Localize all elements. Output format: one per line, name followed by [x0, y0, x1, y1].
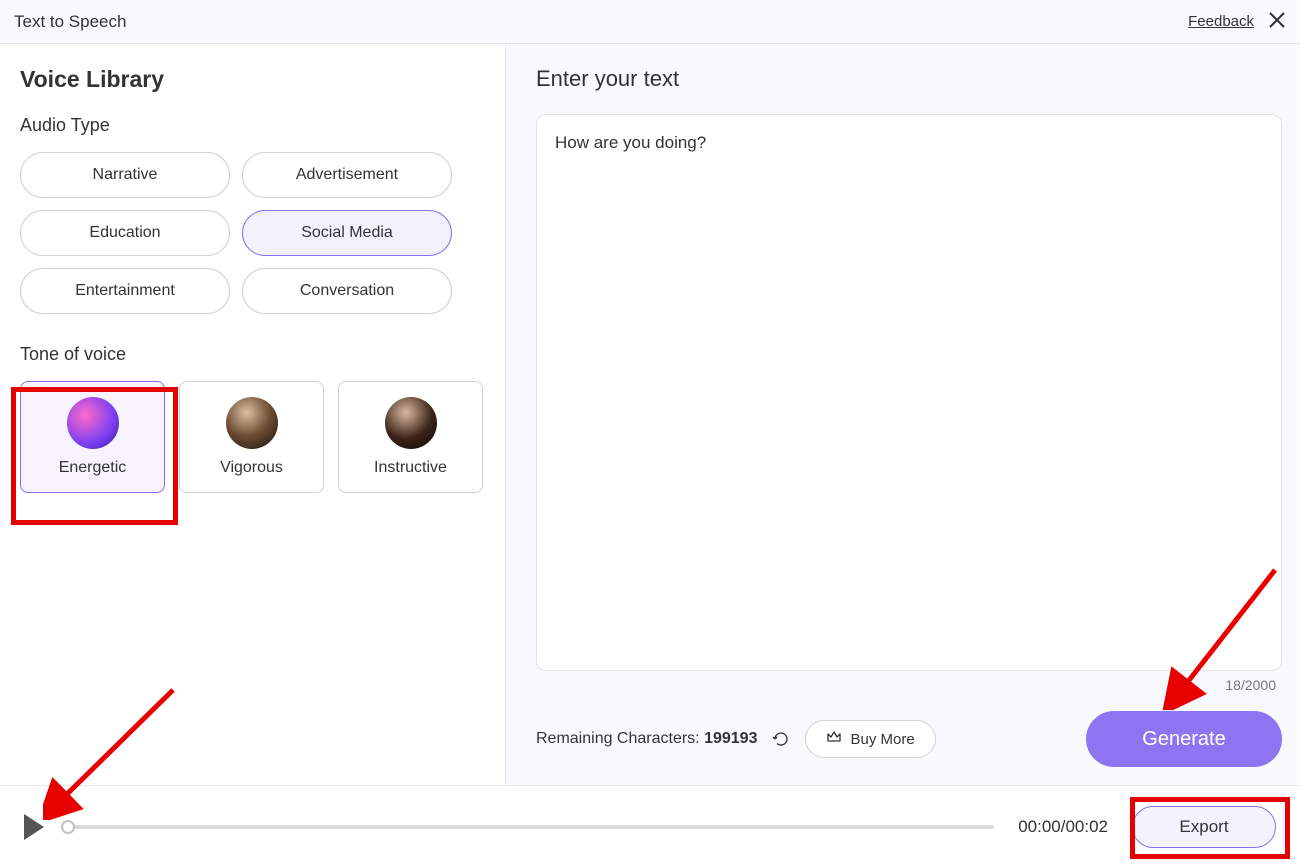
- audio-type-pill[interactable]: Social Media: [242, 210, 452, 256]
- header-actions: Feedback: [1188, 11, 1286, 33]
- audio-type-pill[interactable]: Conversation: [242, 268, 452, 314]
- tone-card-label: Energetic: [59, 459, 127, 477]
- tone-card-label: Vigorous: [220, 459, 283, 477]
- audio-type-pill[interactable]: Entertainment: [20, 268, 230, 314]
- tone-card[interactable]: Vigorous: [179, 381, 324, 493]
- tone-cards: Energetic Vigorous Instructive: [20, 381, 485, 493]
- char-count: 18/2000: [536, 677, 1276, 693]
- generate-button[interactable]: Generate: [1086, 711, 1282, 767]
- export-button[interactable]: Export: [1132, 806, 1276, 848]
- time-display: 00:00/00:02: [1018, 817, 1108, 837]
- header-bar: Text to Speech Feedback: [0, 0, 1300, 44]
- play-icon[interactable]: [24, 814, 44, 840]
- crown-icon: [826, 729, 842, 749]
- tone-of-voice-label: Tone of voice: [20, 344, 485, 365]
- remaining-characters-group: Remaining Characters: 199193 Buy More: [536, 720, 936, 758]
- audio-type-grid: Narrative Advertisement Education Social Me…: [20, 152, 485, 314]
- action-row: Remaining Characters: 199193 Buy More Ge…: [536, 711, 1282, 767]
- close-icon[interactable]: [1268, 11, 1286, 33]
- progress-thumb[interactable]: [61, 820, 75, 834]
- tone-card[interactable]: Instructive: [338, 381, 483, 493]
- tone-card[interactable]: Energetic: [20, 381, 165, 493]
- player-bar: 00:00/00:02 Export: [0, 785, 1300, 867]
- text-entry-panel: Enter your text 18/2000 Remaining Charac…: [505, 44, 1300, 785]
- audio-type-label: Audio Type: [20, 115, 485, 136]
- audio-type-pill[interactable]: Narrative: [20, 152, 230, 198]
- remaining-characters-label: Remaining Characters: 199193: [536, 730, 757, 748]
- feedback-link[interactable]: Feedback: [1188, 13, 1254, 30]
- enter-text-title: Enter your text: [536, 66, 1282, 92]
- audio-type-pill[interactable]: Education: [20, 210, 230, 256]
- avatar: [67, 397, 119, 449]
- text-input[interactable]: [536, 114, 1282, 671]
- app-title: Text to Speech: [14, 12, 126, 32]
- avatar: [226, 397, 278, 449]
- buy-more-button[interactable]: Buy More: [805, 720, 935, 758]
- refresh-icon[interactable]: [771, 729, 791, 749]
- voice-library-title: Voice Library: [20, 66, 485, 93]
- audio-type-pill[interactable]: Advertisement: [242, 152, 452, 198]
- tone-card-label: Instructive: [374, 459, 447, 477]
- voice-library-panel: Voice Library Audio Type Narrative Advert…: [0, 44, 505, 785]
- avatar: [385, 397, 437, 449]
- progress-track[interactable]: [68, 825, 994, 829]
